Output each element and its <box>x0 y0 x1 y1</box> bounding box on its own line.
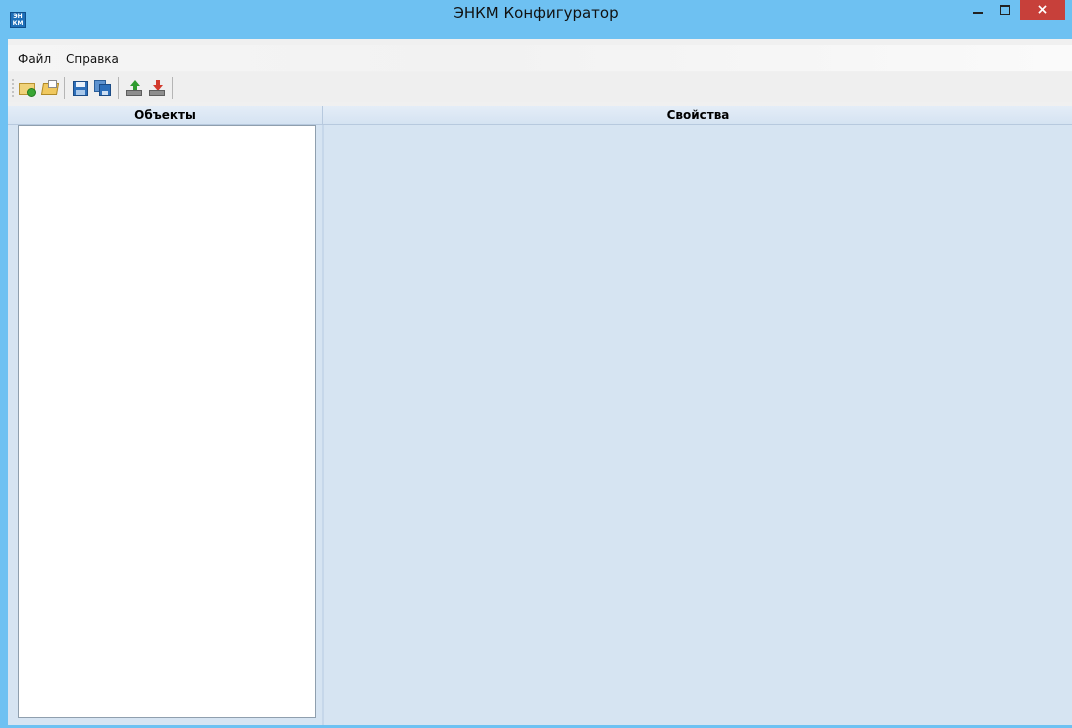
open-button[interactable] <box>40 78 60 98</box>
upload-button[interactable] <box>124 78 144 98</box>
properties-panel[interactable] <box>324 125 1072 725</box>
close-icon: × <box>1036 2 1049 18</box>
plus-icon <box>27 88 36 97</box>
app-window: ЭН КМ ЭНКМ Конфигуратор × Файл Справка О… <box>0 0 1072 728</box>
panels-header: Объекты Свойства <box>8 106 1072 125</box>
toolbar-separator <box>64 77 65 99</box>
save-all-icon-slot <box>102 91 108 95</box>
download-tray <box>149 90 165 96</box>
minimize-button[interactable] <box>964 0 992 22</box>
new-button[interactable] <box>17 78 37 98</box>
objects-tree[interactable] <box>18 125 316 718</box>
save-button[interactable] <box>70 78 90 98</box>
upload-tray <box>126 90 142 96</box>
download-button[interactable] <box>147 78 167 98</box>
client-area: Файл Справка Объекты Свойства <box>8 39 1072 728</box>
caption-buttons: × <box>964 0 1072 24</box>
menu-bar: Файл Справка <box>8 45 1072 71</box>
toolbar-grip[interactable] <box>12 78 14 98</box>
toolbar-separator <box>118 77 119 99</box>
title-bar[interactable]: ЭН КМ ЭНКМ Конфигуратор × <box>0 0 1072 38</box>
properties-header: Свойства <box>666 108 730 122</box>
maximize-button[interactable] <box>992 0 1020 22</box>
menu-file[interactable]: Файл <box>12 50 57 68</box>
toolbar-separator <box>172 77 173 99</box>
save-all-button[interactable] <box>93 78 113 98</box>
toolbar <box>8 72 1072 102</box>
save-icon-label <box>76 82 85 87</box>
save-icon-slot <box>76 90 85 95</box>
header-divider <box>322 106 323 124</box>
menu-help[interactable]: Справка <box>60 50 125 68</box>
window-title: ЭНКМ Конфигуратор <box>453 4 619 22</box>
document-icon <box>48 80 57 88</box>
maximize-icon <box>1000 5 1010 15</box>
close-button[interactable]: × <box>1020 0 1065 20</box>
objects-header: Объекты <box>134 108 196 122</box>
minimize-icon <box>973 12 983 14</box>
